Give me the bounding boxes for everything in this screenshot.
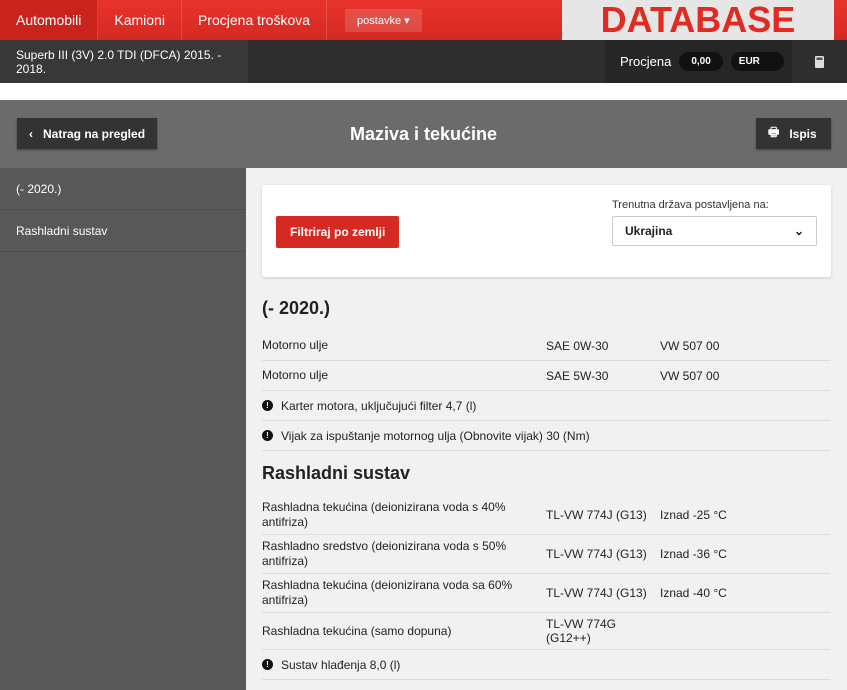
exclamation-icon: ! [262,430,273,441]
vehicle-title: Superb III (3V) 2.0 TDI (DFCA) 2015. - 2… [0,40,248,83]
settings-dropdown[interactable]: postavke ▾ [345,8,422,32]
table-row: Motorno ulje SAE 0W-30 VW 507 00 [262,331,830,361]
cell: Rashladno sredstvo (deionizirana voda s … [262,539,507,568]
nav-kamioni[interactable]: Kamioni [98,0,182,40]
cell: TL-VW 774J (G13) [546,586,647,600]
sidebar-item-rashladni-sustav[interactable]: Rashladni sustav [0,210,246,252]
back-label: Natrag na pregled [43,126,146,141]
cell: Rashladna tekućina (deionizirana voda s … [262,500,506,529]
printer-icon: 🖶 [768,125,780,139]
filter-card: Filtriraj po zemlji Trenutna država post… [262,185,831,277]
estimate-value: 0,00 [679,52,723,71]
main-content: Filtriraj po zemlji Trenutna država post… [246,168,847,690]
cell: TL-VW 774J (G13) [546,547,647,561]
cell: Rashladna tekućina (samo dopuna) [262,623,452,638]
table-row: Motorno ulje SAE 5W-30 VW 507 00 [262,361,830,391]
cell: Iznad -25 °C [660,508,727,522]
note-row: ! Karter motora, uključujući filter 4,7 (… [262,391,830,421]
cell: VW 507 00 [660,368,720,383]
vehicle-bar: Superb III (3V) 2.0 TDI (DFCA) 2015. - 2… [0,40,847,83]
cell: Motorno ulje [262,368,329,382]
cell: Motorno ulje [262,338,329,352]
calculator-icon [815,55,824,68]
settings-label: postavke [357,14,402,27]
estimate: Procjena 0,00 EUR [605,40,792,83]
sidebar-item-2020[interactable]: (- 2020.) [0,168,246,210]
back-button[interactable]: ‹ Natrag na pregled [17,118,158,149]
table-row: Rashladna tekućina (samo dopuna) TL-VW 77… [262,613,830,650]
table-row: Rashladna tekućina (deionizirana voda sa… [262,574,830,613]
logo: DATABASE [562,0,834,40]
cell: Iznad -40 °C [660,586,727,600]
note-row: ! Sustav hlađenja 8,0 (l) [262,650,830,680]
section-title: Rashladni sustav [262,463,411,483]
table-row: Rashladno sredstvo (deionizirana voda s … [262,535,830,574]
sidebar: (- 2020.) Rashladni sustav [0,168,246,690]
nav-procjena-troskova[interactable]: Procjena troškova [182,0,328,40]
note-text: Sustav hlađenja 8,0 (l) [281,657,401,672]
cell: TL-VW 774J (G13) [546,508,647,522]
filter-button[interactable]: Filtriraj po zemlji [276,216,400,248]
caret-down-icon: ▾ [404,14,410,27]
cell: SAE 0W-30 [546,338,609,353]
note-row: ! Vijak za ispuštanje motornog ulja (Obno… [262,421,830,451]
table-row: Rashladna tekućina (deionizirana voda s … [262,496,830,535]
country-select[interactable]: Ukrajina ⌄ [612,216,817,246]
country-label: Trenutna država postavljena na: [612,199,769,211]
print-label: Ispis [789,126,817,141]
note-text: Karter motora, uključujući filter 4,7 (l… [281,398,477,413]
chevron-down-icon: ⌄ [793,224,804,238]
cell: TL-VW 774G (G12++) [546,617,617,645]
estimate-label: Procjena [620,54,672,69]
calculator-button[interactable] [792,40,847,83]
nav-automobili[interactable]: Automobili [0,0,99,40]
note-text: Vijak za ispuštanje motornog ulja (Obnov… [281,428,590,443]
print-button[interactable]: 🖶 Ispis [756,118,831,149]
currency: EUR [730,52,784,71]
exclamation-icon: ! [262,659,273,670]
chevron-left-icon: ‹ [29,126,33,141]
fluids-list: (- 2020.) Motorno ulje SAE 0W-30 VW 507 00 M… [262,298,830,680]
cell: Iznad -36 °C [660,547,727,561]
exclamation-icon: ! [262,400,273,411]
cell: VW 507 00 [660,338,720,353]
country-value: Ukrajina [625,224,673,238]
page-header: Maziva i tekućine ‹ Natrag na pregled 🖶 Is… [0,100,847,168]
cell: SAE 5W-30 [546,368,609,383]
cell: Rashladna tekućina (deionizirana voda sa… [262,578,513,607]
section-title: (- 2020.) [262,298,331,318]
